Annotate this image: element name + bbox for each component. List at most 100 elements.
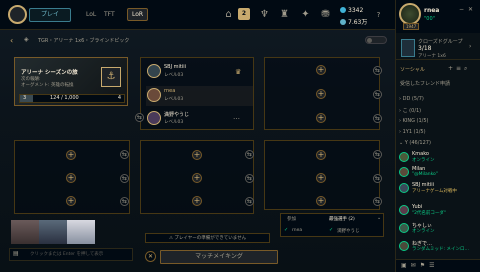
league-logo-icon[interactable]	[8, 5, 27, 24]
social-bottom-bar[interactable]: ▣✉⚑☰	[396, 259, 480, 272]
friend-requests-label[interactable]: 受信したフレンド申請	[400, 80, 450, 87]
friend-item[interactable]: ねぎで… ランダムミッド: メインロ…	[399, 240, 479, 252]
add-friend-icon[interactable]: +≡⌕	[448, 65, 470, 73]
rp-value: 3342	[348, 7, 364, 14]
lobby-member[interactable]: rnea レベル03	[146, 86, 253, 106]
loot-icon[interactable]: ✦	[299, 8, 312, 21]
friend-status: "@Milanko"	[412, 172, 438, 177]
invite-plus-icon[interactable]: +	[316, 113, 326, 123]
invite-plus-icon[interactable]: +	[192, 173, 202, 183]
ready-player: 満野やうじ	[337, 229, 360, 234]
invite-plus-icon[interactable]: +	[192, 196, 202, 206]
voice-chat-cams	[11, 220, 95, 244]
friend-group[interactable]: › 1Y1 (1/5)	[399, 129, 426, 135]
pass-progress-bar: 3 124 / 1,000 4	[19, 94, 125, 103]
friend-group[interactable]: › KING (1/5)	[399, 118, 429, 124]
swap-icon[interactable]: ⇆	[373, 197, 382, 206]
friend-item[interactable]: Milan "@Milanko"	[399, 166, 479, 178]
swap-icon[interactable]: ⇆	[245, 174, 254, 183]
tab-tft[interactable]: TFT	[104, 11, 115, 18]
matchmaking-button[interactable]: マッチメイキング	[160, 250, 278, 264]
ready-status-panel: 参加 最強選手 (2) ⌄ ✓ rnea ✓ 満野やうじ	[280, 213, 384, 237]
be-balance[interactable]: 7.63万	[340, 17, 367, 26]
invite-plus-icon[interactable]: +	[66, 173, 76, 183]
tab-lol[interactable]: LoL	[86, 11, 96, 18]
store-icon[interactable]: ⛃	[319, 8, 332, 21]
arena-pass-card[interactable]: アリーナ シーズンの旅 次の報酬: オーグメント: 英雄の転換 ⚓ 3 124 …	[14, 57, 128, 106]
more-options-icon[interactable]: …	[233, 113, 240, 121]
chevron-down-icon[interactable]: ⌄	[377, 215, 381, 221]
invite-plus-icon[interactable]: +	[316, 65, 326, 75]
pass-progress-fill	[20, 95, 33, 102]
invite-plus-icon[interactable]: +	[192, 150, 202, 160]
invite-plus-icon[interactable]: +	[316, 89, 326, 99]
top-navigation-bar: プレイ LoL TFT LoR ⌂ 2 ♆ ♜ ✦ ⛃ 3342 7.63万 ?	[0, 0, 395, 30]
notification-badge[interactable]: 2	[238, 8, 250, 20]
invite-plus-icon[interactable]: +	[66, 150, 76, 160]
friend-status: "2代名前コーダ"	[412, 211, 447, 216]
panel-header-left: 参加	[287, 217, 296, 222]
notice-text: プレイヤーの準備ができていません	[174, 236, 247, 241]
invite-plus-icon[interactable]: +	[316, 150, 326, 160]
swap-icon[interactable]: ⇆	[245, 150, 254, 159]
social-title: ソーシャル	[400, 67, 425, 73]
chat-input[interactable]: クリックまたは Enter を押して表示	[9, 248, 133, 261]
friend-item[interactable]: Yubi "2代名前コーダ"	[399, 204, 479, 216]
back-arrow-icon[interactable]: ‹	[10, 36, 13, 45]
swap-icon[interactable]: ⇆	[135, 113, 144, 122]
crown-icon: ♛	[235, 68, 242, 76]
pass-level-left: 3	[23, 95, 27, 101]
social-sidebar: 1947 rnea "00" −✕ クローズドグループ 3/18 アリーナ 1x…	[395, 0, 480, 272]
swap-icon[interactable]: ⇆	[373, 150, 382, 159]
invite-plus-icon[interactable]: +	[316, 196, 326, 206]
invite-plus-icon[interactable]: +	[316, 173, 326, 183]
avatar	[147, 88, 161, 102]
profile-panel[interactable]: 1947 rnea "00" −✕	[396, 0, 480, 33]
member-level: レベル03	[164, 120, 184, 125]
avatar	[399, 241, 409, 251]
avatar	[399, 167, 409, 177]
avatar	[399, 223, 409, 233]
friend-group[interactable]: › こ (0/1)	[399, 107, 421, 114]
group-label: こ (0/1)	[402, 108, 422, 114]
tab-lor[interactable]: LoR	[127, 8, 149, 21]
avatar	[147, 111, 161, 125]
club-subtitle: アリーナ 1x6	[418, 54, 446, 59]
minimize-icon[interactable]: ?	[372, 9, 385, 22]
swap-icon[interactable]: ⇆	[120, 174, 129, 183]
swap-icon[interactable]: ⇆	[373, 90, 382, 99]
member-name: rnea	[164, 88, 176, 94]
rp-balance[interactable]: 3342	[340, 7, 363, 14]
swap-icon[interactable]: ⇆	[120, 197, 129, 206]
friend-item[interactable]: SBJ mitiii アリーナゲーム対戦中	[399, 182, 479, 194]
swap-icon[interactable]: ⇆	[373, 174, 382, 183]
swap-icon[interactable]: ⇆	[245, 197, 254, 206]
play-button[interactable]: プレイ	[29, 8, 71, 22]
lobby-info-icon[interactable]: ◈	[24, 36, 29, 43]
chat-icon: ▤	[13, 250, 19, 257]
friend-item[interactable]: ちゃしぃ オンライン	[399, 222, 479, 234]
avatar[interactable]	[399, 3, 421, 25]
club-panel[interactable]: クローズドグループ 3/18 アリーナ 1x6 ›	[396, 34, 480, 60]
swap-icon[interactable]: ⇆	[373, 114, 382, 123]
swap-icon[interactable]: ⇆	[120, 150, 129, 159]
reward-icon: ⚓	[101, 67, 121, 87]
friend-group[interactable]: ⌄ Y (46/127)	[399, 140, 431, 146]
home-icon[interactable]: ⌂	[222, 8, 235, 21]
panel-header-right: 最強選手 (2)	[329, 217, 355, 222]
close-lobby-button[interactable]: ✕	[145, 251, 156, 262]
cam-image	[11, 220, 39, 244]
avatar	[399, 183, 409, 193]
lobby-toggle[interactable]	[365, 36, 387, 44]
pass-level-right: 4	[117, 95, 121, 101]
swap-icon[interactable]: ⇆	[373, 66, 382, 75]
invite-plus-icon[interactable]: +	[66, 196, 76, 206]
profile-status[interactable]: "00"	[424, 16, 435, 22]
window-controls[interactable]: −✕	[459, 6, 477, 13]
friend-group[interactable]: › DD (5/7)	[399, 96, 424, 102]
chevron-right-icon[interactable]: ›	[469, 43, 471, 50]
pass-progress-text: 124 / 1,000	[50, 95, 79, 101]
friend-item[interactable]: Kmako オンライン	[399, 151, 479, 163]
profile-icon[interactable]: ♆	[258, 8, 271, 21]
collection-icon[interactable]: ♜	[278, 8, 291, 21]
